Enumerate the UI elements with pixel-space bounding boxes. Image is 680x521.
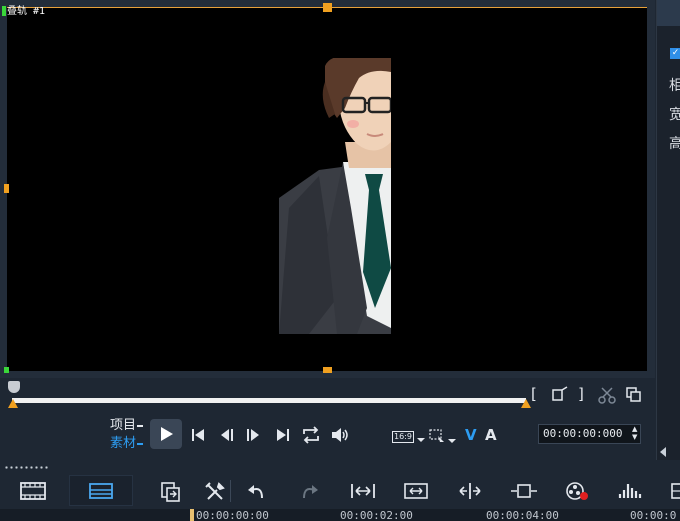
- property-label-1: 相: [669, 78, 680, 94]
- resize-handle-corner[interactable]: [4, 367, 9, 373]
- timecode-field[interactable]: 00:00:00:000: [538, 424, 641, 444]
- property-label-height: 高: [669, 136, 680, 152]
- editor-window: 叠轨 #1 ✓ 相 宽 高 [ ] 项目 素材 16:9 V A 00:00:0…: [0, 0, 680, 521]
- toolbar-divider: [230, 480, 231, 502]
- trim-end-marker[interactable]: [521, 399, 531, 408]
- redo-icon[interactable]: [300, 482, 320, 500]
- resize-handle-top[interactable]: [323, 3, 332, 12]
- track-label: 叠轨 #1: [0, 2, 45, 17]
- mode-project[interactable]: 项目: [110, 417, 144, 435]
- fit-project-icon[interactable]: [350, 482, 376, 500]
- undo-icon[interactable]: [246, 482, 266, 500]
- ruler-mark-1: 00:00:02:00: [340, 509, 413, 521]
- preview-canvas[interactable]: [7, 7, 647, 371]
- storyboard-view-icon[interactable]: [20, 482, 46, 500]
- import-media-icon[interactable]: [160, 482, 182, 502]
- ruler-mark-0: 00:00:00:00: [196, 509, 269, 521]
- repeat-icon[interactable]: [301, 426, 321, 444]
- mode-clip[interactable]: 素材: [110, 435, 144, 453]
- track-label-text: 叠轨 #1: [7, 6, 46, 17]
- chevron-down-icon[interactable]: [447, 437, 457, 445]
- resize-handle-bottom[interactable]: [323, 367, 332, 373]
- audio-mixer-icon[interactable]: [618, 482, 642, 500]
- track-color-marker: [2, 6, 6, 16]
- property-label-width: 宽: [669, 107, 680, 123]
- play-button[interactable]: [150, 419, 182, 449]
- more-tools-icon[interactable]: [670, 482, 680, 500]
- overlay-clip-image[interactable]: [279, 58, 391, 334]
- playback-mode-switch[interactable]: 项目 素材: [110, 417, 144, 453]
- go-start-icon[interactable]: [190, 427, 206, 443]
- prev-frame-icon[interactable]: [219, 427, 235, 443]
- crop-select-icon[interactable]: [428, 428, 446, 444]
- go-end-icon[interactable]: [275, 427, 291, 443]
- resize-icon[interactable]: [550, 386, 570, 402]
- timecode-stepper[interactable]: ▲ ▼: [632, 425, 637, 441]
- properties-panel: ✓ 相 宽 高: [656, 0, 680, 460]
- copy-icon[interactable]: [625, 386, 643, 402]
- trim-start-marker[interactable]: [8, 399, 18, 408]
- tools-icon[interactable]: [205, 482, 225, 502]
- checkbox[interactable]: ✓: [670, 48, 680, 59]
- collapse-arrow-icon[interactable]: [660, 447, 666, 457]
- audio-toggle[interactable]: A: [485, 426, 497, 444]
- ripple-edit-icon[interactable]: [510, 482, 538, 500]
- panel-header: [657, 0, 680, 26]
- video-toggle[interactable]: V: [465, 426, 477, 444]
- volume-icon[interactable]: [330, 426, 350, 444]
- ruler-mark-2: 00:00:04:00: [486, 509, 559, 521]
- record-capture-icon[interactable]: [566, 482, 590, 502]
- mark-out-icon[interactable]: ]: [578, 386, 584, 402]
- resize-handle-left[interactable]: [4, 184, 9, 193]
- ruler-mark-3: 00:00:0: [630, 509, 677, 521]
- timeline-view-icon[interactable]: [89, 482, 113, 500]
- next-frame-icon[interactable]: [245, 427, 261, 443]
- playhead[interactable]: [8, 381, 20, 393]
- chevron-down-icon[interactable]: [416, 436, 426, 444]
- timeline-playhead[interactable]: [190, 509, 194, 521]
- mark-in-icon[interactable]: [: [531, 386, 537, 402]
- preview-area: 叠轨 #1: [0, 0, 655, 378]
- scrub-bar[interactable]: [12, 398, 526, 403]
- scissors-icon[interactable]: [598, 386, 616, 404]
- fit-window-icon[interactable]: [404, 482, 428, 500]
- aspect-ratio-button[interactable]: 16:9: [392, 431, 414, 443]
- expand-horizontal-icon[interactable]: [457, 482, 483, 500]
- drag-grip-icon[interactable]: [4, 466, 50, 469]
